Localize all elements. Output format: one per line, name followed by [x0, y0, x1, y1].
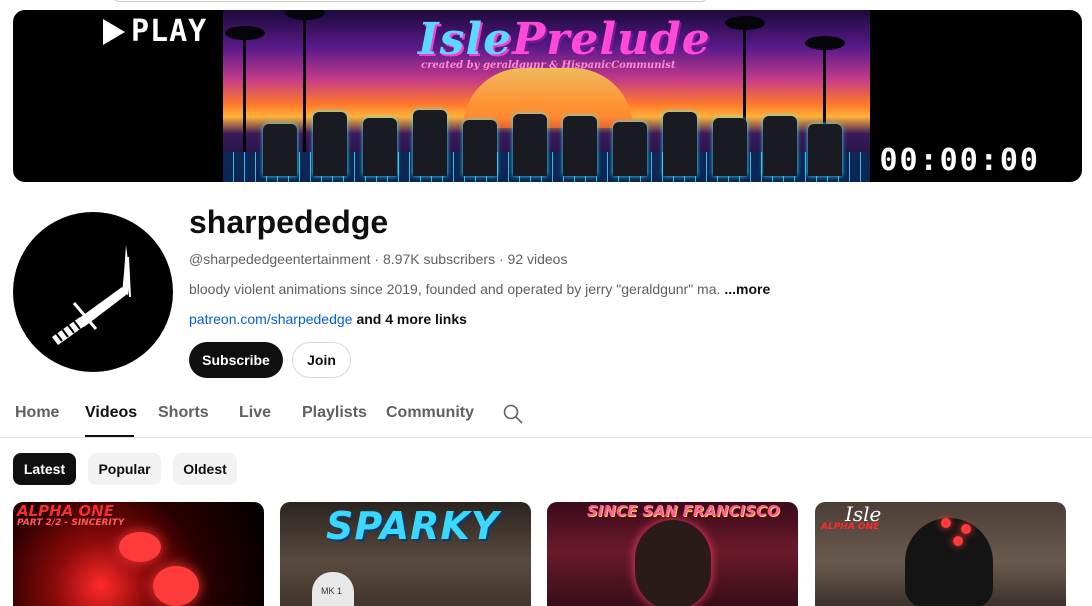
video-thumbnail[interactable]: Isle ALPHA ONE: [815, 502, 1066, 606]
channel-description[interactable]: bloody violent animations since 2019, fo…: [189, 281, 770, 297]
more-links-button[interactable]: and 4 more links: [356, 311, 466, 327]
subscriber-count: 8.97K subscribers: [383, 251, 496, 267]
banner-title: IslePrelude: [418, 14, 711, 65]
tab-live[interactable]: Live: [239, 404, 271, 422]
filter-popular[interactable]: Popular: [88, 453, 161, 485]
more-button[interactable]: ...more: [724, 281, 770, 297]
thumbnail-character: [905, 518, 993, 606]
channel-links: patreon.com/sharpededge and 4 more links: [189, 311, 467, 327]
channel-meta: @sharpededgeentertainment · 8.97K subscr…: [189, 251, 567, 267]
meta-separator: ·: [498, 251, 504, 267]
thumbnail-eye: [941, 518, 951, 528]
thumbnail-badge: MK 1: [321, 586, 343, 596]
channel-avatar[interactable]: [13, 212, 173, 372]
video-thumbnail[interactable]: SPARKY MK 1: [280, 502, 531, 606]
banner-credit: created by geraldgunr & HispanicCommunis…: [421, 60, 676, 71]
thumbnail-eye: [953, 536, 963, 546]
filter-oldest[interactable]: Oldest: [173, 453, 237, 485]
thumbnail-character: [635, 520, 711, 606]
channel-tabs: Home Videos Shorts Live Playlists Commun…: [0, 390, 1092, 438]
palm-tree: [225, 26, 265, 152]
thumbnail-eye: [961, 524, 971, 534]
thumbnail-subtitle: PART 2/2 - SINCERITY: [17, 518, 125, 528]
thumbnail-title: SPARKY: [326, 504, 500, 548]
banner-timer: 00:00:00: [879, 143, 1040, 178]
video-count: 92 videos: [507, 251, 568, 267]
banner-play-label: PLAY: [103, 14, 207, 49]
subscribe-button[interactable]: Subscribe: [189, 342, 283, 378]
video-thumbnail[interactable]: SINCE SAN FRANCISCO: [547, 502, 798, 606]
channel-handle: @sharpededgeentertainment: [189, 251, 371, 267]
tab-home[interactable]: Home: [15, 404, 59, 422]
active-tab-indicator: [85, 435, 134, 437]
thumbnail-subtitle: ALPHA ONE: [821, 522, 880, 532]
thumbnail-title: SINCE SAN FRANCISCO: [587, 502, 780, 520]
channel-name: sharpededge: [189, 204, 389, 240]
filter-latest[interactable]: Latest: [13, 453, 76, 485]
search-bar-edge: [110, 0, 710, 2]
description-text: bloody violent animations since 2019, fo…: [189, 281, 721, 297]
play-icon: [103, 18, 125, 45]
thumbnail-glow: [119, 532, 161, 562]
video-thumbnail[interactable]: ALPHA ONE PART 2/2 - SINCERITY: [13, 502, 264, 606]
tab-videos[interactable]: Videos: [85, 404, 137, 422]
patreon-link[interactable]: patreon.com/sharpededge: [189, 311, 352, 327]
tab-playlists[interactable]: Playlists: [302, 404, 367, 422]
meta-separator: ·: [374, 251, 380, 267]
search-icon[interactable]: [503, 404, 523, 424]
tab-shorts[interactable]: Shorts: [158, 404, 209, 422]
banner-artwork: IslePrelude created by geraldgunr & Hisp…: [223, 10, 870, 182]
banner-characters: [263, 106, 843, 176]
join-button[interactable]: Join: [292, 342, 351, 378]
knife-icon: [52, 245, 131, 345]
thumbnail-glow: [153, 566, 199, 606]
tab-community[interactable]: Community: [386, 404, 474, 422]
channel-banner: IslePrelude created by geraldgunr & Hisp…: [13, 10, 1082, 182]
